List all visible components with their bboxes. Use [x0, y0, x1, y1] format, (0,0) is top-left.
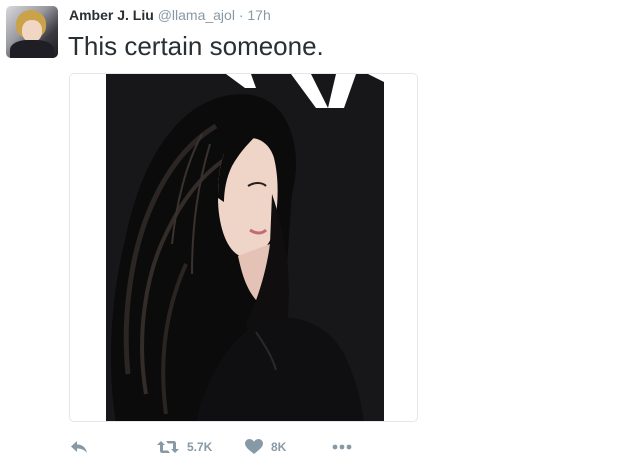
header-separator: ·: [238, 7, 244, 23]
like-count: 8K: [271, 440, 287, 454]
avatar-body: [10, 40, 54, 58]
retweet-button[interactable]: 5.7K: [157, 436, 212, 458]
photo-illustration: [106, 74, 384, 421]
avatar[interactable]: [6, 6, 58, 58]
heart-icon: [245, 439, 263, 454]
tweet-actions: 5.7K 8K: [70, 436, 370, 458]
more-button[interactable]: [332, 436, 352, 458]
display-name[interactable]: Amber J. Liu: [69, 7, 154, 23]
media-container[interactable]: [69, 73, 418, 422]
retweet-count: 5.7K: [187, 440, 213, 454]
avatar-face: [22, 20, 42, 42]
more-dots-icon: [332, 444, 352, 450]
user-handle[interactable]: @llama_ajol: [158, 7, 235, 23]
reply-button[interactable]: [70, 436, 88, 458]
reply-icon: [71, 441, 87, 453]
tweet-timestamp[interactable]: 17h: [247, 7, 270, 23]
tweet-header: Amber J. Liu @llama_ajol · 17h: [69, 5, 271, 25]
tweet-text: This certain someone.: [68, 31, 324, 61]
retweet-icon: [157, 441, 179, 453]
tweet-photo[interactable]: [106, 74, 384, 421]
like-button[interactable]: 8K: [245, 436, 286, 458]
tweet: Amber J. Liu @llama_ajol · 17h This cert…: [0, 0, 628, 463]
